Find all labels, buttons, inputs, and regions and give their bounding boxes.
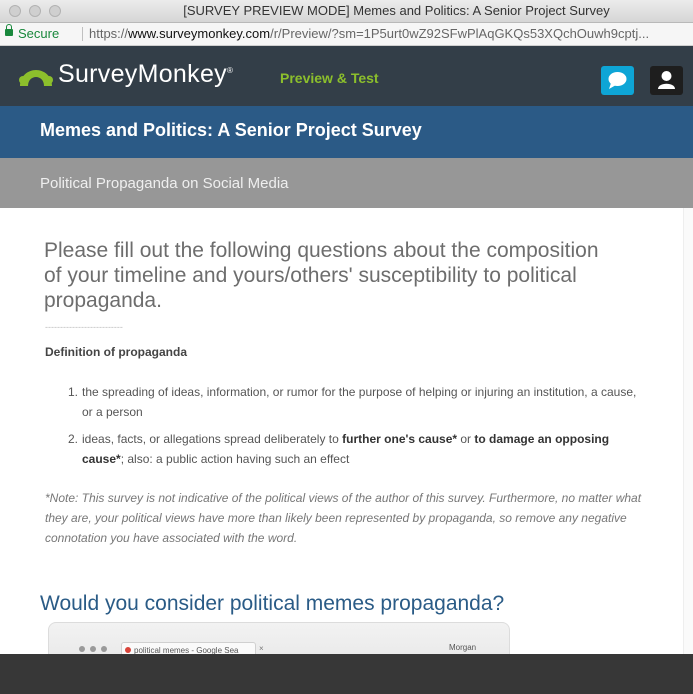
page-title-bar: Political Propaganda on Social Media: [0, 158, 693, 208]
secure-label[interactable]: Secure: [18, 23, 59, 45]
logo-text: SurveyMonkey: [58, 60, 227, 88]
surveymonkey-logo[interactable]: SurveyMonkey®: [58, 60, 233, 89]
speech-bubble-icon: [608, 72, 627, 89]
url-path: /r/Preview/?sm=1P5urt0wZ92SFwPlAqGKQs53X…: [270, 26, 650, 41]
definition-item: 2. ideas, facts, or allegations spread d…: [68, 429, 648, 469]
definition-number: 1.: [68, 385, 79, 399]
user-icon: [658, 71, 675, 89]
intro-text: Please fill out the following questions …: [44, 239, 599, 312]
url-text[interactable]: https://www.surveymonkey.com/r/Preview/?…: [89, 23, 691, 45]
image-tab-close-icon: ×: [259, 644, 264, 653]
definition-heading: Definition of propaganda: [45, 345, 187, 359]
account-button[interactable]: [650, 66, 683, 95]
preview-test-label[interactable]: Preview & Test: [280, 70, 379, 86]
registered-mark: ®: [226, 66, 234, 75]
divider-line: --------------------------: [45, 322, 123, 332]
question-title: Would you consider political memes propa…: [40, 592, 505, 615]
address-separator: [82, 27, 83, 41]
window-dot-icon: [90, 646, 96, 652]
survey-footer-bar: [0, 654, 693, 694]
page-title: Political Propaganda on Social Media: [40, 175, 289, 192]
lock-icon: [5, 24, 13, 36]
minimize-window-button[interactable]: [29, 5, 41, 17]
image-user-name: Morgan: [449, 643, 477, 652]
window-title-bar: [SURVEY PREVIEW MODE] Memes and Politics…: [0, 0, 693, 23]
page-scrollbar[interactable]: [683, 208, 693, 654]
window-title: [SURVEY PREVIEW MODE] Memes and Politics…: [183, 3, 610, 18]
window-dot-icon: [79, 646, 85, 652]
definition-number: 2.: [68, 432, 79, 446]
feedback-button[interactable]: [601, 66, 634, 95]
window-dot-icon: [101, 646, 107, 652]
close-window-button[interactable]: [9, 5, 21, 17]
definition-text: the spreading of ideas, information, or …: [82, 385, 637, 419]
survey-title-bar: Memes and Politics: A Senior Project Sur…: [0, 106, 693, 158]
definition-text-start: ideas, facts, or allegations spread deli…: [82, 432, 343, 446]
app-header: SurveyMonkey® Preview & Test: [0, 46, 693, 106]
disclaimer-note: *Note: This survey is not indicative of …: [45, 491, 642, 545]
definition-bold-further-cause: further one's cause*: [342, 432, 458, 446]
survey-title: Memes and Politics: A Senior Project Sur…: [40, 120, 422, 140]
definition-item: 1. the spreading of ideas, information, …: [68, 382, 648, 422]
definition-list: 1. the spreading of ideas, information, …: [68, 382, 648, 469]
address-bar[interactable]: Secure https://www.surveymonkey.com/r/Pr…: [0, 23, 693, 46]
url-scheme: https://: [89, 26, 129, 41]
definition-text-or: or: [457, 432, 475, 446]
definition-text-end: ; also: a public action having such an e…: [120, 452, 350, 466]
url-host: www.surveymonkey.com: [128, 26, 271, 41]
monkey-logo-icon[interactable]: [18, 66, 54, 88]
zoom-window-button[interactable]: [49, 5, 61, 17]
